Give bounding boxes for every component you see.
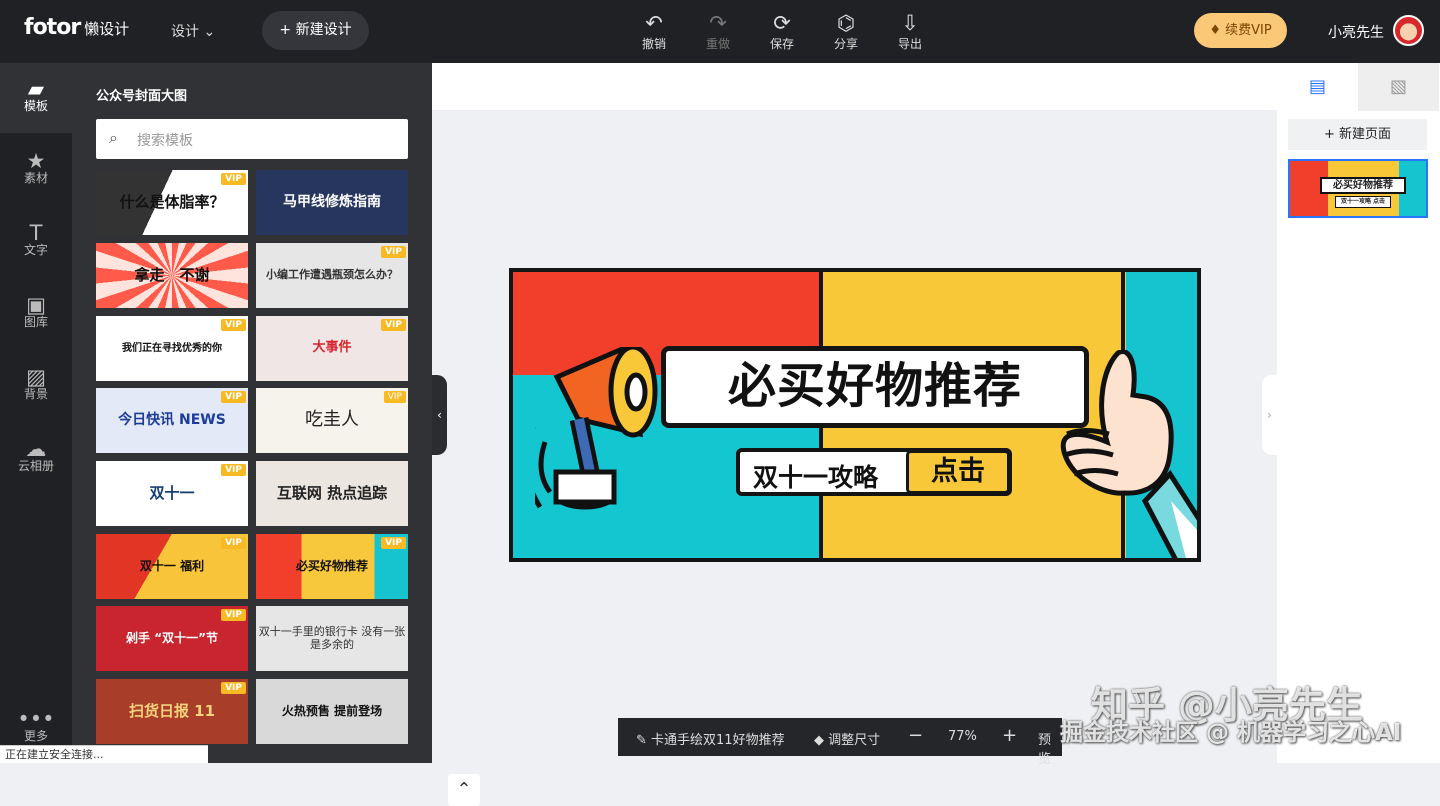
template-thumbnail[interactable]: 扫货日报 11 VIP (96, 679, 248, 744)
template-thumbnail[interactable]: 剁手 “双十一”节 VIP (96, 606, 248, 671)
new-design-button[interactable]: + 新建设计 (262, 11, 369, 50)
user-name[interactable]: 小亮先生 (1328, 22, 1384, 42)
chevron-up-icon: ⌃ (456, 779, 472, 800)
strategy-label[interactable]: 双十一攻略 点击 (736, 448, 1012, 496)
template-thumbnail[interactable]: 必买好物推荐 VIP (256, 534, 408, 599)
save-icon: ⟳ (773, 11, 791, 35)
template-thumbnail[interactable]: 我们正在寻找优秀的你 VIP (96, 316, 248, 381)
undo-icon: ↶ (645, 11, 663, 35)
chevron-left-icon: ‹ (437, 408, 442, 422)
template-thumbnail[interactable]: 火热预售 提前登场 (256, 679, 408, 744)
tab-images[interactable]: ▧ (1358, 63, 1439, 111)
redo-button[interactable]: ↷ 重做 (693, 11, 743, 52)
bottom-toolbar: ✎ 卡通手绘双11好物推荐 ◆ 调整尺寸 − 77% + 预览 (618, 718, 1062, 767)
template-thumbnail[interactable]: 小编工作遭遇瓶颈怎么办？ VIP (256, 243, 408, 308)
rail-item-assets[interactable]: ★ 素材 (0, 135, 72, 205)
expand-right-panel-button[interactable]: › (1262, 375, 1277, 455)
export-icon: ⇩ (901, 11, 919, 35)
fotor-logo[interactable]: fotor 懒设计 (24, 15, 129, 40)
preview-button[interactable]: 预览 (1038, 729, 1062, 767)
template-thumbnail[interactable]: 马甲线修炼指南 (256, 170, 408, 235)
template-thumbnail[interactable]: 大事件 VIP (256, 316, 408, 381)
template-thumbnail[interactable]: 什么是体脂率？ VIP (96, 170, 248, 235)
thumbs-up-illustration (1060, 350, 1197, 558)
page-thumbnail[interactable]: 必买好物推荐 双十一攻略 点击 (1288, 159, 1428, 218)
pages-panel: ▤ ▧ + 新建页面 必买好物推荐 双十一攻略 点击 (1277, 63, 1440, 763)
template-panel: 公众号封面大图 ⌕ 搜索模板 什么是体脂率？ VIP 马甲线修炼指南 拿走 不谢 小… (72, 63, 480, 806)
megaphone-illustration (535, 347, 658, 510)
rail-item-templates[interactable]: ▰ 模板 (0, 63, 72, 133)
tab-pages[interactable]: ▤ (1277, 63, 1358, 111)
click-badge[interactable]: 点击 (906, 450, 1010, 494)
image-icon: ▣ (26, 293, 46, 317)
rail-item-text[interactable]: T 文字 (0, 207, 72, 277)
rail-item-gallery[interactable]: ▣ 图库 (0, 279, 72, 349)
collapse-panel-button[interactable]: ‹ (432, 375, 447, 455)
renew-vip-button[interactable]: ♦ 续费VIP (1194, 13, 1287, 48)
more-icon: ••• (17, 707, 55, 731)
template-thumbnail[interactable]: 拿走 不谢 (96, 243, 248, 308)
zoom-level: 77% (948, 729, 977, 744)
save-button[interactable]: ⟳ 保存 (757, 11, 807, 52)
redo-icon: ↷ (709, 11, 727, 35)
document-name[interactable]: ✎ 卡通手绘双11好物推荐 (636, 729, 785, 748)
rail-item-cloud-album[interactable]: ☁ 云相册 (0, 423, 72, 493)
background-icon: ▨ (26, 365, 46, 389)
search-input[interactable]: ⌕ 搜索模板 (96, 119, 408, 159)
template-thumbnail[interactable]: 双十一手里的银行卡 没有一张是多余的 (256, 606, 408, 671)
image-icon: ▧ (1389, 76, 1407, 97)
search-icon: ⌕ (109, 128, 118, 147)
chevron-right-icon: › (1267, 408, 1272, 422)
panel-title: 公众号封面大图 (96, 89, 188, 104)
design-menu[interactable]: 设计 ⌄ (171, 21, 215, 41)
text-icon: T (29, 221, 43, 245)
headline[interactable]: 必买好物推荐 (661, 346, 1089, 428)
template-thumbnail[interactable]: 吃圭人 VIP (256, 388, 408, 453)
share-button[interactable]: ⌬ 分享 (821, 11, 871, 52)
diamond-icon: ♦ (1209, 23, 1221, 38)
mini-headline: 必买好物推荐 (1320, 177, 1406, 194)
share-icon: ⌬ (836, 11, 856, 35)
watermark-juejin: 掘金技术社区 @ 机器学习之心AI (1060, 720, 1402, 746)
template-thumbnail[interactable]: 互联网 热点追踪 (256, 461, 408, 526)
browser-status-bar: 正在建立安全连接... (0, 745, 208, 763)
mini-subtitle: 双十一攻略 点击 (1335, 196, 1391, 208)
undo-button[interactable]: ↶ 撤销 (629, 11, 679, 52)
rail-item-background[interactable]: ▨ 背景 (0, 351, 72, 421)
left-rail: ▰ 模板 ★ 素材 T 文字 ▣ 图库 ▨ 背景 ☁ 云相册 ••• 更多 (0, 63, 72, 763)
template-thumbnail[interactable]: 今日快讯 NEWS VIP (96, 388, 248, 453)
canvas-top-area (432, 63, 1277, 110)
top-toolbar: fotor 懒设计 设计 ⌄ + 新建设计 ↶ 撤销 ↷ 重做 ⟳ 保存 ⌬ 分享 ⇩ 导出… (0, 0, 1440, 63)
star-icon: ★ (26, 149, 46, 173)
design-canvas[interactable]: 必买好物推荐 双十一攻略 点击 (509, 268, 1201, 562)
layers-icon: ▰ (27, 77, 45, 101)
new-page-button[interactable]: + 新建页面 (1288, 119, 1427, 150)
cloud-upload-icon: ☁ (25, 437, 47, 461)
zoom-out-button[interactable]: − (908, 725, 923, 746)
scroll-to-top-button[interactable]: ⌃ (448, 774, 480, 806)
resize-button[interactable]: ◆ 调整尺寸 (814, 729, 880, 748)
template-thumbnail[interactable]: 双十一 福利 VIP (96, 534, 248, 599)
avatar[interactable] (1393, 15, 1424, 46)
template-thumbnail[interactable]: 双十一 VIP (96, 461, 248, 526)
zoom-in-button[interactable]: + (1002, 725, 1017, 746)
export-button[interactable]: ⇩ 导出 (885, 11, 935, 52)
page-icon: ▤ (1308, 76, 1326, 97)
